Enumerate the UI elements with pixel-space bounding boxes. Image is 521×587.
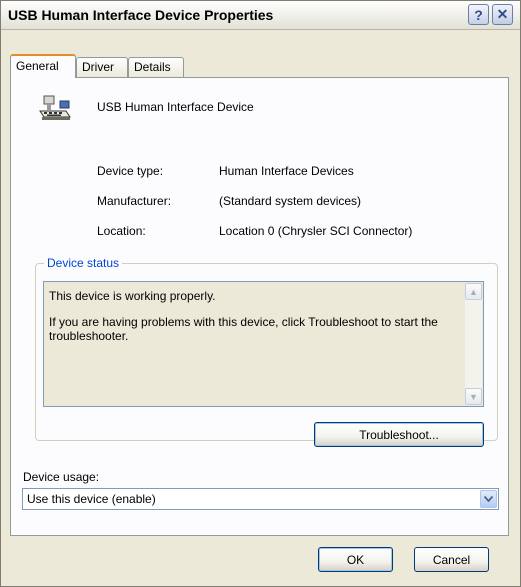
manufacturer-label: Manufacturer: [97,194,172,208]
device-usage-value: Use this device (enable) [27,492,156,506]
tab-general[interactable]: General [10,54,76,78]
tab-driver[interactable]: Driver [76,57,128,77]
ok-button[interactable]: OK [318,547,393,572]
status-scrollbar[interactable]: ▲ ▼ [465,283,482,405]
scroll-down-icon[interactable]: ▼ [465,388,482,405]
device-type-label: Device type: [97,164,164,178]
tab-details[interactable]: Details [128,57,184,77]
status-line-troubleshoot-hint: If you are having problems with this dev… [49,315,438,343]
troubleshoot-button[interactable]: Troubleshoot... [314,422,484,447]
status-text: This device is working properly. If you … [49,289,454,355]
scroll-up-icon[interactable]: ▲ [465,283,482,300]
usb-keyboard-device-icon [39,95,71,120]
cancel-button[interactable]: Cancel [414,547,489,572]
close-button[interactable]: ✕ [492,4,513,25]
device-usage-select[interactable]: Use this device (enable) [22,488,499,510]
location-label: Location: [97,224,146,238]
manufacturer-value: (Standard system devices) [219,194,362,208]
general-tab-panel: USB Human Interface Device Device type: … [10,77,509,536]
device-type-value: Human Interface Devices [219,164,354,178]
troubleshoot-button-label: Troubleshoot... [359,427,439,442]
device-status-title: Device status [44,256,123,270]
properties-dialog: USB Human Interface Device Properties ? … [0,0,521,587]
help-button[interactable]: ? [468,4,489,25]
location-value: Location 0 (Chrysler SCI Connector) [219,224,413,238]
window-title: USB Human Interface Device Properties [8,7,274,23]
device-name: USB Human Interface Device [97,100,254,114]
status-line-working: This device is working properly. [49,289,216,303]
device-status-textbox[interactable]: This device is working properly. If you … [43,281,484,407]
title-bar[interactable]: USB Human Interface Device Properties ? … [1,1,520,30]
device-usage-label: Device usage: [23,470,100,484]
dropdown-arrow-icon[interactable] [480,490,497,508]
